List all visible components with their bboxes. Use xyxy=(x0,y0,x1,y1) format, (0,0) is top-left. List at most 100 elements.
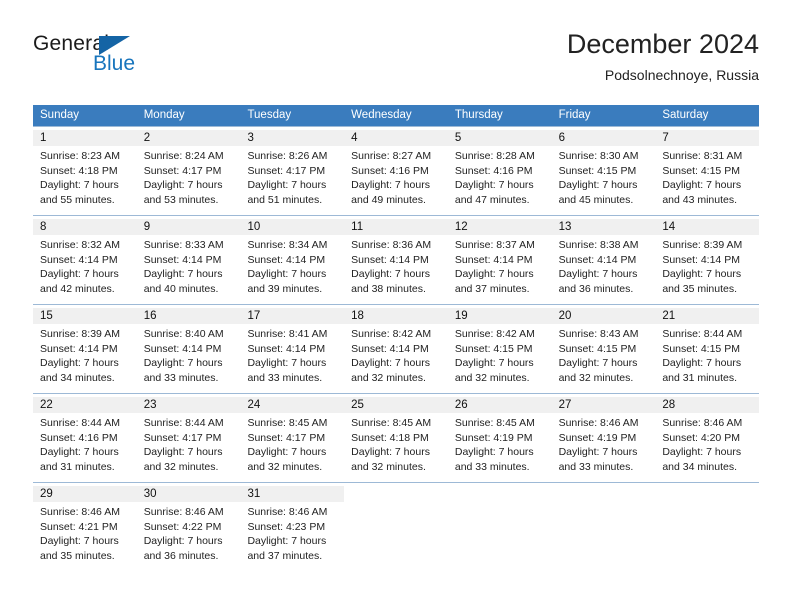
weekday-header-tuesday: Tuesday xyxy=(247,109,292,121)
day-info: Sunrise: 8:37 AM Sunset: 4:14 PM Dayligh… xyxy=(448,235,552,296)
day-cell[interactable]: 23 Sunrise: 8:44 AM Sunset: 4:17 PM Dayl… xyxy=(136,394,241,482)
day-cell[interactable]: 2 Sunrise: 8:24 AM Sunset: 4:17 PM Dayli… xyxy=(136,127,241,215)
daylight-text-line1: Daylight: 7 hours xyxy=(40,535,119,547)
day-number: 26 xyxy=(447,397,552,413)
day-cell[interactable]: 20 Sunrise: 8:43 AM Sunset: 4:15 PM Dayl… xyxy=(551,305,656,393)
day-cell[interactable]: 14 Sunrise: 8:39 AM Sunset: 4:14 PM Dayl… xyxy=(655,216,760,304)
sunrise-text: Sunrise: 8:41 AM xyxy=(247,328,328,340)
day-info: Sunrise: 8:46 AM Sunset: 4:23 PM Dayligh… xyxy=(240,502,344,563)
day-cell[interactable]: 11 Sunrise: 8:36 AM Sunset: 4:14 PM Dayl… xyxy=(344,216,448,304)
day-cell[interactable]: 21 Sunrise: 8:44 AM Sunset: 4:15 PM Dayl… xyxy=(655,305,760,393)
daylight-text-line1: Daylight: 7 hours xyxy=(662,446,742,458)
day-cell[interactable]: 6 Sunrise: 8:30 AM Sunset: 4:15 PM Dayli… xyxy=(551,127,656,215)
daylight-text-line1: Daylight: 7 hours xyxy=(40,357,119,369)
day-cell[interactable]: 29 Sunrise: 8:46 AM Sunset: 4:21 PM Dayl… xyxy=(33,483,137,571)
sunset-text: Sunset: 4:14 PM xyxy=(351,253,429,266)
day-cell[interactable]: 9 Sunrise: 8:33 AM Sunset: 4:14 PM Dayli… xyxy=(136,216,241,304)
day-number: 11 xyxy=(344,219,448,235)
day-cell[interactable]: 26 Sunrise: 8:45 AM Sunset: 4:19 PM Dayl… xyxy=(447,394,552,482)
sunrise-text: Sunrise: 8:36 AM xyxy=(351,239,432,251)
day-cell[interactable]: 3 Sunrise: 8:26 AM Sunset: 4:17 PM Dayli… xyxy=(240,127,345,215)
day-info: Sunrise: 8:38 AM Sunset: 4:14 PM Dayligh… xyxy=(552,235,656,296)
location-subtitle: Podsolnechnoye, Russia xyxy=(604,67,759,83)
sunrise-text: Sunrise: 8:45 AM xyxy=(351,417,432,429)
daylight-text-line2: and 32 minutes. xyxy=(558,371,634,384)
day-number: 18 xyxy=(344,308,448,324)
day-cell[interactable]: 28 Sunrise: 8:46 AM Sunset: 4:20 PM Dayl… xyxy=(655,394,760,482)
sunset-text: Sunset: 4:15 PM xyxy=(454,342,533,355)
day-cell[interactable]: 8 Sunrise: 8:32 AM Sunset: 4:14 PM Dayli… xyxy=(33,216,137,304)
sunset-text: Sunset: 4:16 PM xyxy=(40,431,118,444)
sunset-text: Sunset: 4:14 PM xyxy=(247,342,326,355)
day-info: Sunrise: 8:41 AM Sunset: 4:14 PM Dayligh… xyxy=(240,324,344,385)
daylight-text-line2: and 51 minutes. xyxy=(247,193,323,206)
daylight-text-line1: Daylight: 7 hours xyxy=(351,179,430,191)
sunset-text: Sunset: 4:18 PM xyxy=(351,431,429,444)
day-info: Sunrise: 8:33 AM Sunset: 4:14 PM Dayligh… xyxy=(137,235,241,296)
sunrise-text: Sunrise: 8:30 AM xyxy=(558,150,639,162)
day-cell[interactable]: 22 Sunrise: 8:44 AM Sunset: 4:16 PM Dayl… xyxy=(33,394,137,482)
sunrise-text: Sunrise: 8:34 AM xyxy=(247,239,328,251)
daylight-text-line2: and 35 minutes. xyxy=(662,282,738,295)
day-cell-empty xyxy=(655,483,759,571)
sunset-text: Sunset: 4:16 PM xyxy=(351,164,429,177)
day-info: Sunrise: 8:45 AM Sunset: 4:19 PM Dayligh… xyxy=(448,413,552,474)
day-cell[interactable]: 16 Sunrise: 8:40 AM Sunset: 4:14 PM Dayl… xyxy=(136,305,241,393)
sunset-text: Sunset: 4:21 PM xyxy=(40,520,118,533)
day-cell[interactable]: 27 Sunrise: 8:46 AM Sunset: 4:19 PM Dayl… xyxy=(551,394,656,482)
day-number: 20 xyxy=(551,308,656,324)
sunrise-text: Sunrise: 8:46 AM xyxy=(662,417,743,429)
day-cell-empty xyxy=(344,483,448,571)
day-number: 21 xyxy=(655,308,760,324)
day-cell[interactable]: 15 Sunrise: 8:39 AM Sunset: 4:14 PM Dayl… xyxy=(33,305,137,393)
day-number: 13 xyxy=(551,219,656,235)
day-cell[interactable]: 4 Sunrise: 8:27 AM Sunset: 4:16 PM Dayli… xyxy=(344,127,448,215)
day-info: Sunrise: 8:39 AM Sunset: 4:14 PM Dayligh… xyxy=(655,235,759,296)
day-number: 28 xyxy=(655,397,760,413)
week-row: 8 Sunrise: 8:32 AM Sunset: 4:14 PM Dayli… xyxy=(33,215,760,304)
day-cell[interactable]: 25 Sunrise: 8:45 AM Sunset: 4:18 PM Dayl… xyxy=(344,394,448,482)
day-cell[interactable]: 19 Sunrise: 8:42 AM Sunset: 4:15 PM Dayl… xyxy=(447,305,552,393)
day-info: Sunrise: 8:46 AM Sunset: 4:21 PM Dayligh… xyxy=(33,502,137,563)
sunset-text: Sunset: 4:20 PM xyxy=(662,431,740,444)
day-cell[interactable]: 1 Sunrise: 8:23 AM Sunset: 4:18 PM Dayli… xyxy=(33,127,137,215)
day-number xyxy=(552,486,656,502)
day-cell[interactable]: 18 Sunrise: 8:42 AM Sunset: 4:14 PM Dayl… xyxy=(344,305,448,393)
day-cell[interactable]: 24 Sunrise: 8:45 AM Sunset: 4:17 PM Dayl… xyxy=(240,394,345,482)
day-cell[interactable]: 17 Sunrise: 8:41 AM Sunset: 4:14 PM Dayl… xyxy=(240,305,345,393)
day-cell[interactable]: 12 Sunrise: 8:37 AM Sunset: 4:14 PM Dayl… xyxy=(447,216,552,304)
sunrise-text: Sunrise: 8:45 AM xyxy=(454,417,535,429)
calendar-table: Sunday Monday Tuesday Wednesday Thursday… xyxy=(33,105,760,571)
sunset-text: Sunset: 4:14 PM xyxy=(351,342,429,355)
day-cell[interactable]: 31 Sunrise: 8:46 AM Sunset: 4:23 PM Dayl… xyxy=(240,483,345,571)
sunset-text: Sunset: 4:14 PM xyxy=(143,342,222,355)
day-cell[interactable]: 10 Sunrise: 8:34 AM Sunset: 4:14 PM Dayl… xyxy=(240,216,345,304)
day-cell[interactable]: 7 Sunrise: 8:31 AM Sunset: 4:15 PM Dayli… xyxy=(655,127,760,215)
day-number: 29 xyxy=(33,486,137,502)
week-row: 29 Sunrise: 8:46 AM Sunset: 4:21 PM Dayl… xyxy=(33,482,759,571)
day-info: Sunrise: 8:42 AM Sunset: 4:15 PM Dayligh… xyxy=(448,324,552,385)
sunset-text: Sunset: 4:14 PM xyxy=(558,253,637,266)
daylight-text-line2: and 34 minutes. xyxy=(662,460,738,473)
sunrise-text: Sunrise: 8:43 AM xyxy=(558,328,639,340)
sunset-text: Sunset: 4:15 PM xyxy=(662,164,740,177)
sunrise-text: Sunrise: 8:31 AM xyxy=(662,150,743,162)
sunrise-text: Sunrise: 8:46 AM xyxy=(40,506,120,518)
sunrise-text: Sunrise: 8:42 AM xyxy=(454,328,535,340)
day-cell[interactable]: 5 Sunrise: 8:28 AM Sunset: 4:16 PM Dayli… xyxy=(447,127,552,215)
daylight-text-line1: Daylight: 7 hours xyxy=(247,446,327,458)
daylight-text-line2: and 32 minutes. xyxy=(351,371,426,384)
day-cell[interactable]: 30 Sunrise: 8:46 AM Sunset: 4:22 PM Dayl… xyxy=(136,483,241,571)
daylight-text-line1: Daylight: 7 hours xyxy=(351,357,430,369)
daylight-text-line1: Daylight: 7 hours xyxy=(40,268,119,280)
day-info: Sunrise: 8:44 AM Sunset: 4:17 PM Dayligh… xyxy=(137,413,241,474)
sunset-text: Sunset: 4:14 PM xyxy=(143,253,222,266)
sunrise-text: Sunrise: 8:39 AM xyxy=(662,239,743,251)
daylight-text-line2: and 34 minutes. xyxy=(40,371,115,384)
daylight-text-line2: and 36 minutes. xyxy=(143,549,219,562)
daylight-text-line1: Daylight: 7 hours xyxy=(454,357,534,369)
day-cell[interactable]: 13 Sunrise: 8:38 AM Sunset: 4:14 PM Dayl… xyxy=(551,216,656,304)
day-info: Sunrise: 8:34 AM Sunset: 4:14 PM Dayligh… xyxy=(240,235,344,296)
daylight-text-line1: Daylight: 7 hours xyxy=(40,179,119,191)
sunrise-text: Sunrise: 8:28 AM xyxy=(454,150,535,162)
